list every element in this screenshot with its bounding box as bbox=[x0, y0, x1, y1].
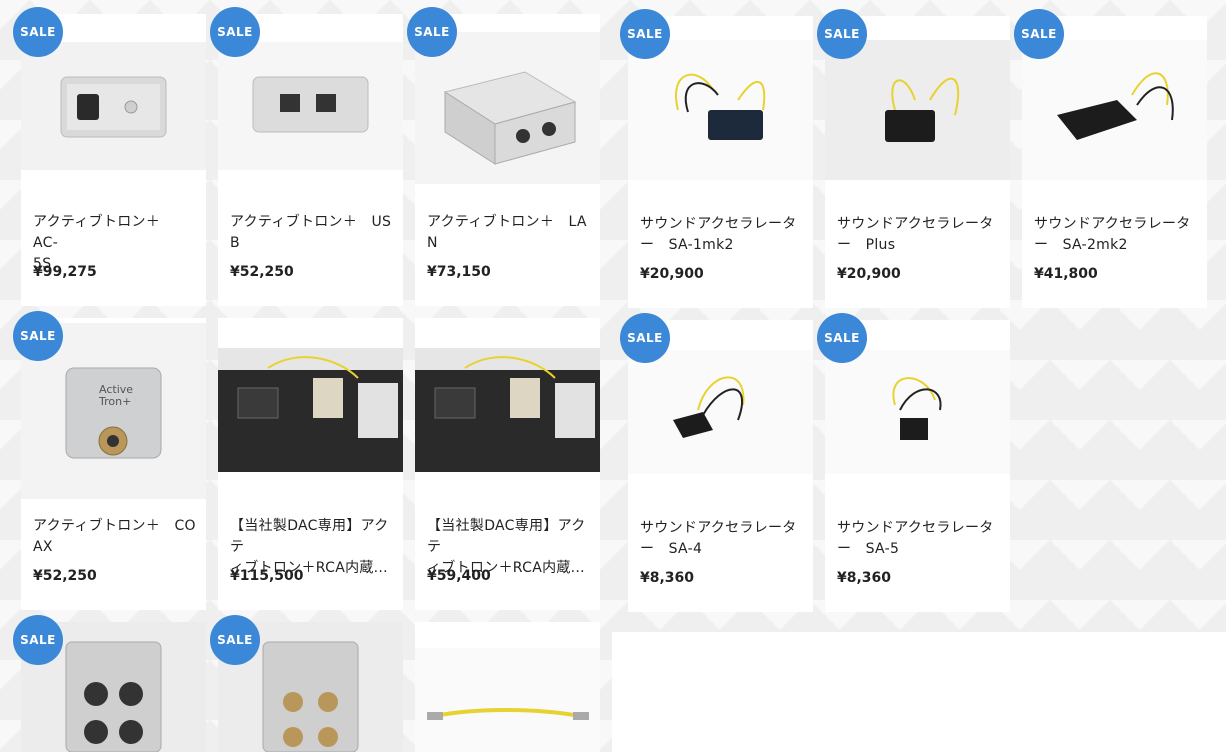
product-image[interactable] bbox=[415, 32, 600, 184]
product-image[interactable] bbox=[218, 42, 403, 170]
product-image[interactable] bbox=[415, 648, 600, 752]
sale-badge: SALE bbox=[620, 9, 670, 59]
sale-badge: SALE bbox=[817, 313, 867, 363]
product-card[interactable]: サウンドアクセラレータ ー SA-5 ¥8,360 bbox=[825, 320, 1010, 612]
product-card[interactable]: アクティブトロン＋ US B ¥52,250 bbox=[218, 14, 403, 306]
product-name[interactable]: アクティブトロン＋ US B bbox=[230, 212, 393, 254]
background-panel bbox=[612, 632, 1226, 752]
product-card[interactable]: サウンドアクセラレータ ー SA-2mk2 ¥41,800 bbox=[1022, 16, 1207, 308]
product-price: ¥8,360 bbox=[640, 570, 695, 586]
product-image[interactable] bbox=[415, 348, 600, 472]
product-image[interactable] bbox=[628, 40, 813, 180]
product-logo-text: Tron+ bbox=[98, 395, 131, 408]
product-card[interactable]: アクティブトロン＋ AC- 5S ¥99,275 bbox=[21, 14, 206, 306]
product-image[interactable] bbox=[1022, 40, 1207, 180]
product-price: ¥59,400 bbox=[427, 568, 491, 584]
product-price: ¥115,500 bbox=[230, 568, 304, 584]
product-card[interactable]: サウンドアクセラレータ ー SA-4 ¥8,360 bbox=[628, 320, 813, 612]
product-price: ¥52,250 bbox=[230, 264, 294, 280]
sale-badge: SALE bbox=[620, 313, 670, 363]
product-name[interactable]: サウンドアクセラレータ ー SA-2mk2 bbox=[1034, 214, 1197, 256]
sale-badge: SALE bbox=[210, 615, 260, 665]
sale-badge: SALE bbox=[1014, 9, 1064, 59]
product-name[interactable]: サウンドアクセラレータ ー SA-4 bbox=[640, 518, 803, 560]
sale-badge: SALE bbox=[13, 7, 63, 57]
product-image[interactable] bbox=[825, 40, 1010, 180]
product-card[interactable]: アクティブトロン＋ LA N ¥73,150 bbox=[415, 14, 600, 306]
product-name[interactable]: サウンドアクセラレータ ー SA-5 bbox=[837, 518, 1000, 560]
product-price: ¥41,800 bbox=[1034, 266, 1098, 282]
product-name[interactable]: アクティブトロン＋ CO AX bbox=[33, 516, 196, 558]
product-price: ¥99,275 bbox=[33, 264, 97, 280]
product-image[interactable] bbox=[825, 350, 1010, 474]
sale-badge: SALE bbox=[13, 615, 63, 665]
sale-badge: SALE bbox=[407, 7, 457, 57]
product-price: ¥20,900 bbox=[837, 266, 901, 282]
sale-badge: SALE bbox=[817, 9, 867, 59]
product-price: ¥8,360 bbox=[837, 570, 892, 586]
product-card[interactable] bbox=[415, 622, 600, 752]
product-card[interactable]: サウンドアクセラレータ ー Plus ¥20,900 bbox=[825, 16, 1010, 308]
sale-badge: SALE bbox=[13, 311, 63, 361]
product-image[interactable] bbox=[628, 350, 813, 474]
product-price: ¥20,900 bbox=[640, 266, 704, 282]
product-name[interactable]: アクティブトロン＋ LA N bbox=[427, 212, 590, 254]
product-image[interactable] bbox=[218, 348, 403, 472]
product-card[interactable]: サウンドアクセラレータ ー SA-1mk2 ¥20,900 bbox=[628, 16, 813, 308]
sale-badge: SALE bbox=[210, 7, 260, 57]
product-name[interactable]: サウンドアクセラレータ ー Plus bbox=[837, 214, 1000, 256]
product-name[interactable]: サウンドアクセラレータ ー SA-1mk2 bbox=[640, 214, 803, 256]
product-image[interactable] bbox=[21, 42, 206, 170]
product-card[interactable]: 【当社製DAC専用】アクテ ィブトロン＋RCA内蔵... ¥59,400 bbox=[415, 318, 600, 610]
product-price: ¥52,250 bbox=[33, 568, 97, 584]
product-card[interactable]: 【当社製DAC専用】アクテ ィブトロン＋RCA内蔵... ¥115,500 bbox=[218, 318, 403, 610]
product-price: ¥73,150 bbox=[427, 264, 491, 280]
product-card[interactable]: Active Tron+ アクティブトロン＋ CO AX ¥52,250 bbox=[21, 318, 206, 610]
